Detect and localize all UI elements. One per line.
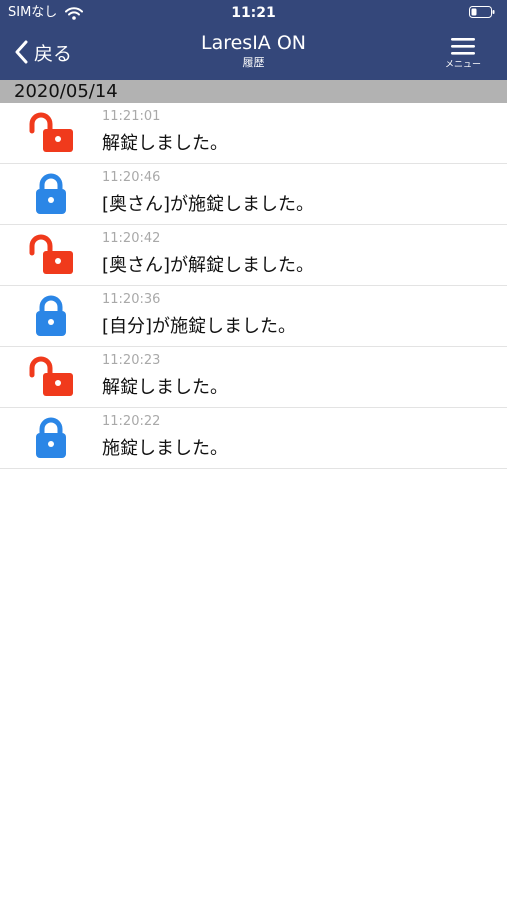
history-screen: SIMなし 11:21 戻る LaresIA ON 履歴 メニュー 2020/0…	[0, 0, 507, 900]
history-row[interactable]: 11:20:46 [奥さん]が施錠しました。	[0, 164, 507, 225]
history-message: [奥さん]が施錠しました。	[102, 194, 315, 215]
navigation-bar: 戻る LaresIA ON 履歴 メニュー	[0, 28, 507, 80]
locked-padlock-icon	[36, 295, 66, 336]
battery-icon	[469, 6, 495, 18]
history-message: 解錠しました。	[102, 377, 228, 398]
history-time: 11:20:23	[102, 353, 161, 368]
history-row[interactable]: 11:21:01 解錠しました。	[0, 103, 507, 164]
history-list[interactable]: 11:21:01 解錠しました。 11:20:46 [奥さん]が施錠しました。 …	[0, 103, 507, 469]
menu-button-label: メニュー	[444, 60, 481, 70]
unlocked-padlock-icon	[29, 234, 73, 274]
history-time: 11:20:46	[102, 170, 161, 185]
history-row[interactable]: 11:20:42 [奥さん]が解錠しました。	[0, 225, 507, 286]
date-section-header: 2020/05/14	[0, 80, 507, 103]
history-time: 11:20:22	[102, 414, 161, 429]
menu-button[interactable]: メニュー	[441, 36, 485, 74]
history-row[interactable]: 11:20:36 [自分]が施錠しました。	[0, 286, 507, 347]
unlocked-padlock-icon	[29, 356, 73, 396]
history-row[interactable]: 11:20:23 解錠しました。	[0, 347, 507, 408]
history-message: [奥さん]が解錠しました。	[102, 255, 315, 276]
history-message: 施錠しました。	[102, 438, 228, 459]
status-bar: SIMなし 11:21	[0, 0, 507, 28]
top-bar: SIMなし 11:21 戻る LaresIA ON 履歴 メニュー	[0, 0, 507, 80]
hamburger-menu-icon	[451, 38, 475, 55]
history-message: 解錠しました。	[102, 133, 228, 154]
history-time: 11:21:01	[102, 109, 161, 124]
history-row[interactable]: 11:20:22 施錠しました。	[0, 408, 507, 469]
page-subtitle: 履歴	[242, 56, 265, 69]
status-clock: 11:21	[231, 5, 276, 21]
page-title: LaresIA ON	[200, 32, 307, 54]
history-message: [自分]が施錠しました。	[102, 316, 297, 337]
locked-padlock-icon	[36, 173, 66, 214]
history-time: 11:20:36	[102, 292, 161, 307]
locked-padlock-icon	[36, 417, 66, 458]
unlocked-padlock-icon	[29, 112, 73, 152]
history-time: 11:20:42	[102, 231, 161, 246]
